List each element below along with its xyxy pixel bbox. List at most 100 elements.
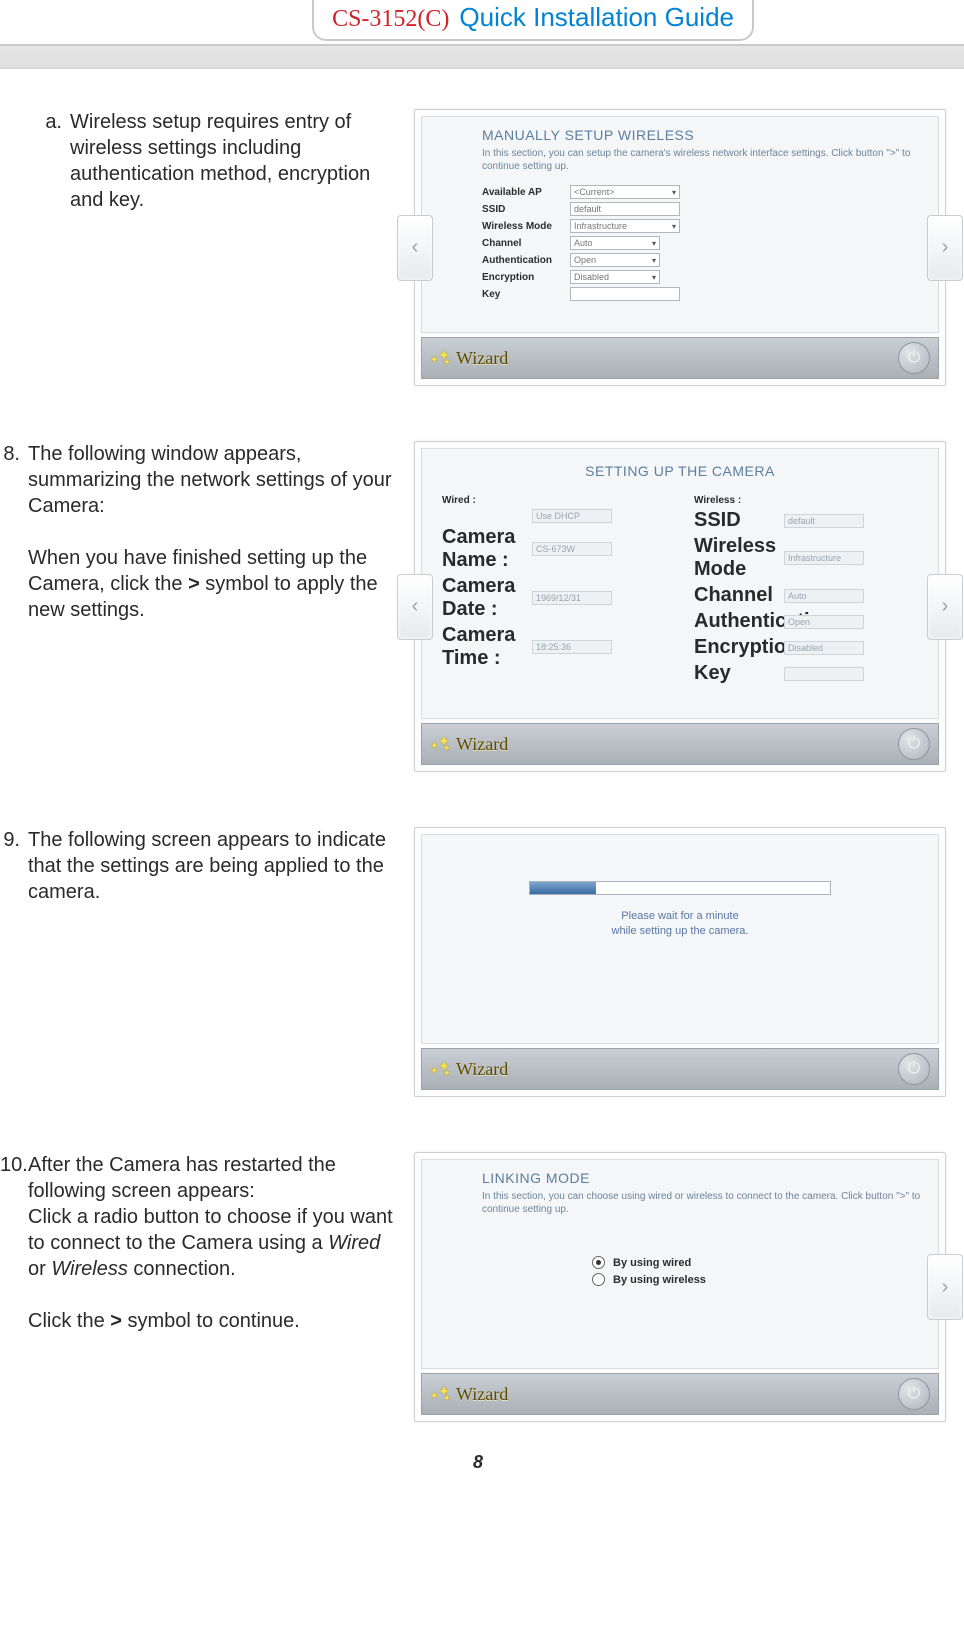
chevron-left-icon: ‹ xyxy=(412,595,419,618)
value: 1969/12/31 xyxy=(532,591,612,605)
stars-icon: ✦✦✦ xyxy=(430,1058,452,1080)
doc-title: Quick Installation Guide xyxy=(459,2,734,33)
gt-symbol: > xyxy=(188,573,200,595)
linking-mode-panel: LINKING MODE In this section, you can ch… xyxy=(414,1152,946,1422)
label: Authentication xyxy=(694,610,784,633)
next-button[interactable]: › xyxy=(927,574,963,640)
wizard-logo: ✦✦✦ Wizard xyxy=(430,733,508,755)
wireless-em: Wireless xyxy=(51,1258,128,1280)
chevron-right-icon: › xyxy=(942,236,949,259)
panel-title: LINKING MODE xyxy=(482,1170,924,1186)
label-encryption: Encryption xyxy=(482,272,570,283)
field-authentication[interactable]: Open▾ xyxy=(570,253,660,267)
field-key[interactable] xyxy=(570,287,680,301)
label: Wireless Mode xyxy=(694,535,784,581)
label: Encryption xyxy=(694,636,784,659)
value: Infrastructure xyxy=(784,551,864,565)
summary-panel: SETTING UP THE CAMERA Wired : Use DHCP C… xyxy=(414,441,946,772)
prev-button[interactable]: ‹ xyxy=(397,215,433,281)
progress-text-1: Please wait for a minute xyxy=(436,909,924,924)
label: SSID xyxy=(694,509,784,532)
wired-heading: Wired : xyxy=(442,495,666,506)
stars-icon: ✦✦✦ xyxy=(430,733,452,755)
power-button[interactable]: ⏻ xyxy=(898,1053,930,1085)
field-ssid[interactable]: default xyxy=(570,202,680,216)
radio-wireless[interactable]: By using wireless xyxy=(592,1273,924,1286)
step-10-l2c: or xyxy=(28,1258,51,1280)
radio-wired[interactable]: By using wired xyxy=(592,1256,924,1269)
progress-panel: Please wait for a minute while setting u… xyxy=(414,827,946,1097)
next-button[interactable]: › xyxy=(927,1254,963,1320)
wireless-heading: Wireless : xyxy=(694,495,918,506)
wizard-text: Wizard xyxy=(456,348,508,369)
wizard-logo: ✦✦✦ Wizard xyxy=(430,347,508,369)
power-button[interactable]: ⏻ xyxy=(898,728,930,760)
stars-icon: ✦✦✦ xyxy=(430,1383,452,1405)
wireless-setup-panel: MANUALLY SETUP WIRELESS In this section,… xyxy=(414,109,946,386)
power-button[interactable]: ⏻ xyxy=(898,1378,930,1410)
power-icon: ⏻ xyxy=(908,349,921,367)
step-9-text: 9. The following screen appears to indic… xyxy=(12,827,402,905)
value: Disabled xyxy=(784,641,864,655)
field-encryption[interactable]: Disabled▾ xyxy=(570,270,660,284)
power-button[interactable]: ⏻ xyxy=(898,342,930,374)
value xyxy=(784,667,864,681)
panel-title: MANUALLY SETUP WIRELESS xyxy=(482,127,918,143)
value: default xyxy=(784,514,864,528)
field-channel[interactable]: Auto▾ xyxy=(570,236,660,250)
step-a-text: a. Wireless setup requires entry of wire… xyxy=(12,109,402,213)
field-wireless-mode[interactable]: Infrastructure▾ xyxy=(570,219,680,233)
label-authentication: Authentication xyxy=(482,255,570,266)
label-ssid: SSID xyxy=(482,204,570,215)
wizard-logo: ✦✦✦ Wizard xyxy=(430,1383,508,1405)
panel-footer: ✦✦✦ Wizard ⏻ xyxy=(421,337,939,379)
label-key: Key xyxy=(482,289,570,300)
step-10-text: 10. After the Camera has restarted the f… xyxy=(12,1152,402,1334)
power-icon: ⏻ xyxy=(908,1060,921,1078)
list-marker: a. xyxy=(38,109,62,135)
wizard-logo: ✦✦✦ Wizard xyxy=(430,1058,508,1080)
chevron-down-icon: ▾ xyxy=(652,256,656,265)
stars-icon: ✦✦✦ xyxy=(430,347,452,369)
page-header: CS-3152(C) Quick Installation Guide xyxy=(0,0,964,46)
prev-button[interactable]: ‹ xyxy=(397,574,433,640)
field-available-ap[interactable]: <Current>▾ xyxy=(570,185,680,199)
header-band xyxy=(0,46,964,69)
radio-label: By using wireless xyxy=(613,1274,706,1286)
radio-label: By using wired xyxy=(613,1257,691,1269)
panel-desc: In this section, you can choose using wi… xyxy=(482,1190,924,1216)
power-icon: ⏻ xyxy=(908,1385,921,1403)
wizard-text: Wizard xyxy=(456,1384,508,1405)
chevron-right-icon: › xyxy=(942,1276,949,1299)
next-button[interactable]: › xyxy=(927,215,963,281)
list-marker: 10. xyxy=(0,1152,20,1178)
panel-footer: ✦✦✦ Wizard ⏻ xyxy=(421,1373,939,1415)
value: 18:25:36 xyxy=(532,640,612,654)
chevron-right-icon: › xyxy=(942,595,949,618)
step-9-body: The following screen appears to indicate… xyxy=(28,827,402,905)
chevron-left-icon: ‹ xyxy=(412,236,419,259)
label: Channel xyxy=(694,584,784,607)
label: Key xyxy=(694,662,784,685)
wired-em: Wired xyxy=(328,1232,380,1254)
value: Use DHCP xyxy=(532,509,612,523)
wizard-text: Wizard xyxy=(456,1059,508,1080)
step-8-text: 8. The following window appears, summari… xyxy=(12,441,402,623)
step-10-l3c: symbol to continue. xyxy=(122,1310,300,1332)
progress-text-2: while setting up the camera. xyxy=(436,924,924,939)
label: Camera Date : xyxy=(442,575,532,621)
label-wireless-mode: Wireless Mode xyxy=(482,221,570,232)
chevron-down-icon: ▾ xyxy=(652,273,656,282)
radio-icon xyxy=(592,1256,605,1269)
radio-icon xyxy=(592,1273,605,1286)
label: Camera Time : xyxy=(442,624,532,670)
label: Camera Name : xyxy=(442,526,532,572)
power-icon: ⏻ xyxy=(908,735,921,753)
value: Open xyxy=(784,615,864,629)
wizard-text: Wizard xyxy=(456,734,508,755)
page-number: 8 xyxy=(12,1452,944,1473)
gt-symbol: > xyxy=(110,1310,122,1332)
value: Auto xyxy=(784,589,864,603)
chevron-down-icon: ▾ xyxy=(672,222,676,231)
panel-title: SETTING UP THE CAMERA xyxy=(442,463,918,479)
